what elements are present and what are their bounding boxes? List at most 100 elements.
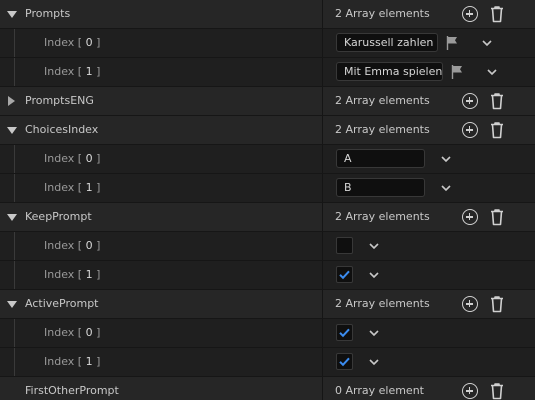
property-label: PromptsENG [25, 94, 94, 107]
element-value-cell [323, 232, 535, 260]
element-name-cell: Index [ 1 ] [0, 261, 322, 289]
bool-checkbox[interactable] [336, 266, 353, 283]
element-value-cell: B [323, 174, 535, 202]
chevron-down-icon[interactable] [440, 153, 452, 165]
text-value-field[interactable]: B [336, 178, 425, 197]
checkmark-icon [339, 357, 350, 367]
property-row-first-other-prompt: FirstOtherPrompt 0 Array element [0, 377, 535, 400]
flag-icon[interactable] [450, 64, 466, 80]
property-label: Prompts [25, 7, 71, 20]
property-name-cell: ChoicesIndex [0, 116, 322, 144]
checkmark-icon [339, 270, 350, 280]
add-element-icon[interactable] [462, 383, 478, 399]
property-row-choices-index: ChoicesIndex 2 Array elements [0, 116, 535, 145]
array-count: 2 Array elements [335, 94, 430, 107]
property-name-cell: KeepPrompt [0, 203, 322, 231]
element-value-cell: Karussell zahlen [323, 29, 535, 57]
property-value-cell: 2 Array elements [323, 203, 535, 231]
property-label: KeepPrompt [25, 210, 92, 223]
add-element-icon[interactable] [462, 6, 478, 22]
element-value-cell: A [323, 145, 535, 173]
element-index-label: Index [ 0 ] [44, 326, 101, 339]
collapse-arrow-icon[interactable] [8, 96, 15, 106]
add-element-icon[interactable] [462, 296, 478, 312]
chevron-down-icon[interactable] [368, 240, 380, 252]
text-value-field[interactable]: Karussell zahlen [336, 33, 438, 52]
array-element-row: Index [ 0 ] Karussell zahlen [0, 29, 535, 58]
element-index-label: Index [ 1 ] [44, 355, 101, 368]
expand-arrow-icon[interactable] [7, 214, 17, 221]
element-name-cell: Index [ 0 ] [0, 145, 322, 173]
bool-checkbox[interactable] [336, 353, 353, 370]
delete-all-icon[interactable] [489, 92, 505, 110]
indent-guide [14, 174, 15, 202]
element-index-label: Index [ 0 ] [44, 239, 101, 252]
expand-arrow-icon[interactable] [7, 127, 17, 134]
property-row-prompts-eng: PromptsENG 2 Array elements [0, 87, 535, 116]
indent-guide [14, 58, 15, 86]
expand-arrow-icon[interactable] [7, 11, 17, 18]
property-value-cell: 0 Array element [323, 377, 535, 400]
element-value-cell: Mit Emma spielen [323, 58, 535, 86]
bool-checkbox[interactable] [336, 324, 353, 341]
element-value-cell [323, 261, 535, 289]
chevron-down-icon[interactable] [368, 327, 380, 339]
chevron-down-icon[interactable] [368, 356, 380, 368]
expand-arrow-icon[interactable] [7, 301, 17, 308]
property-label: FirstOtherPrompt [25, 384, 119, 397]
add-element-icon[interactable] [462, 122, 478, 138]
element-name-cell: Index [ 0 ] [0, 319, 322, 347]
delete-all-icon[interactable] [489, 121, 505, 139]
delete-all-icon[interactable] [489, 5, 505, 23]
property-name-cell: ActivePrompt [0, 290, 322, 318]
element-index-label: Index [ 1 ] [44, 181, 101, 194]
delete-all-icon[interactable] [489, 382, 505, 400]
array-element-row: Index [ 1 ] B [0, 174, 535, 203]
property-label: ChoicesIndex [25, 123, 99, 136]
bool-checkbox[interactable] [336, 237, 353, 254]
chevron-down-icon[interactable] [486, 66, 498, 78]
property-value-cell: 2 Array elements [323, 0, 535, 28]
indent-guide [14, 348, 15, 376]
element-index-label: Index [ 1 ] [44, 268, 101, 281]
property-label: ActivePrompt [25, 297, 99, 310]
chevron-down-icon[interactable] [368, 269, 380, 281]
property-value-cell: 2 Array elements [323, 116, 535, 144]
property-row-active-prompt: ActivePrompt 2 Array elements [0, 290, 535, 319]
array-count: 0 Array element [335, 384, 424, 397]
element-index-label: Index [ 1 ] [44, 65, 101, 78]
property-value-cell: 2 Array elements [323, 87, 535, 115]
chevron-down-icon[interactable] [481, 37, 493, 49]
array-element-row: Index [ 1 ] Mit Emma spielen [0, 58, 535, 87]
property-row-prompts: Prompts 2 Array elements [0, 0, 535, 29]
property-name-cell: FirstOtherPrompt [0, 377, 322, 400]
chevron-down-icon[interactable] [440, 182, 452, 194]
property-value-cell: 2 Array elements [323, 290, 535, 318]
text-value-field[interactable]: A [336, 149, 425, 168]
add-element-icon[interactable] [462, 209, 478, 225]
indent-guide [14, 232, 15, 260]
property-row-keep-prompt: KeepPrompt 2 Array elements [0, 203, 535, 232]
add-element-icon[interactable] [462, 93, 478, 109]
array-count: 2 Array elements [335, 7, 430, 20]
delete-all-icon[interactable] [489, 208, 505, 226]
delete-all-icon[interactable] [489, 295, 505, 313]
element-index-label: Index [ 0 ] [44, 36, 101, 49]
element-value-cell [323, 348, 535, 376]
array-element-row: Index [ 1 ] [0, 348, 535, 377]
indent-guide [14, 29, 15, 57]
element-value-cell [323, 319, 535, 347]
indent-guide [14, 319, 15, 347]
flag-icon[interactable] [445, 35, 461, 51]
details-panel: Prompts 2 Array elements Index [ 0 ] Kar… [0, 0, 535, 400]
array-element-row: Index [ 0 ] A [0, 145, 535, 174]
element-name-cell: Index [ 0 ] [0, 232, 322, 260]
element-index-label: Index [ 0 ] [44, 152, 101, 165]
element-name-cell: Index [ 1 ] [0, 348, 322, 376]
property-name-cell: PromptsENG [0, 87, 322, 115]
element-name-cell: Index [ 1 ] [0, 174, 322, 202]
array-element-row: Index [ 0 ] [0, 232, 535, 261]
checkmark-icon [339, 328, 350, 338]
indent-guide [14, 261, 15, 289]
text-value-field[interactable]: Mit Emma spielen [336, 62, 443, 81]
